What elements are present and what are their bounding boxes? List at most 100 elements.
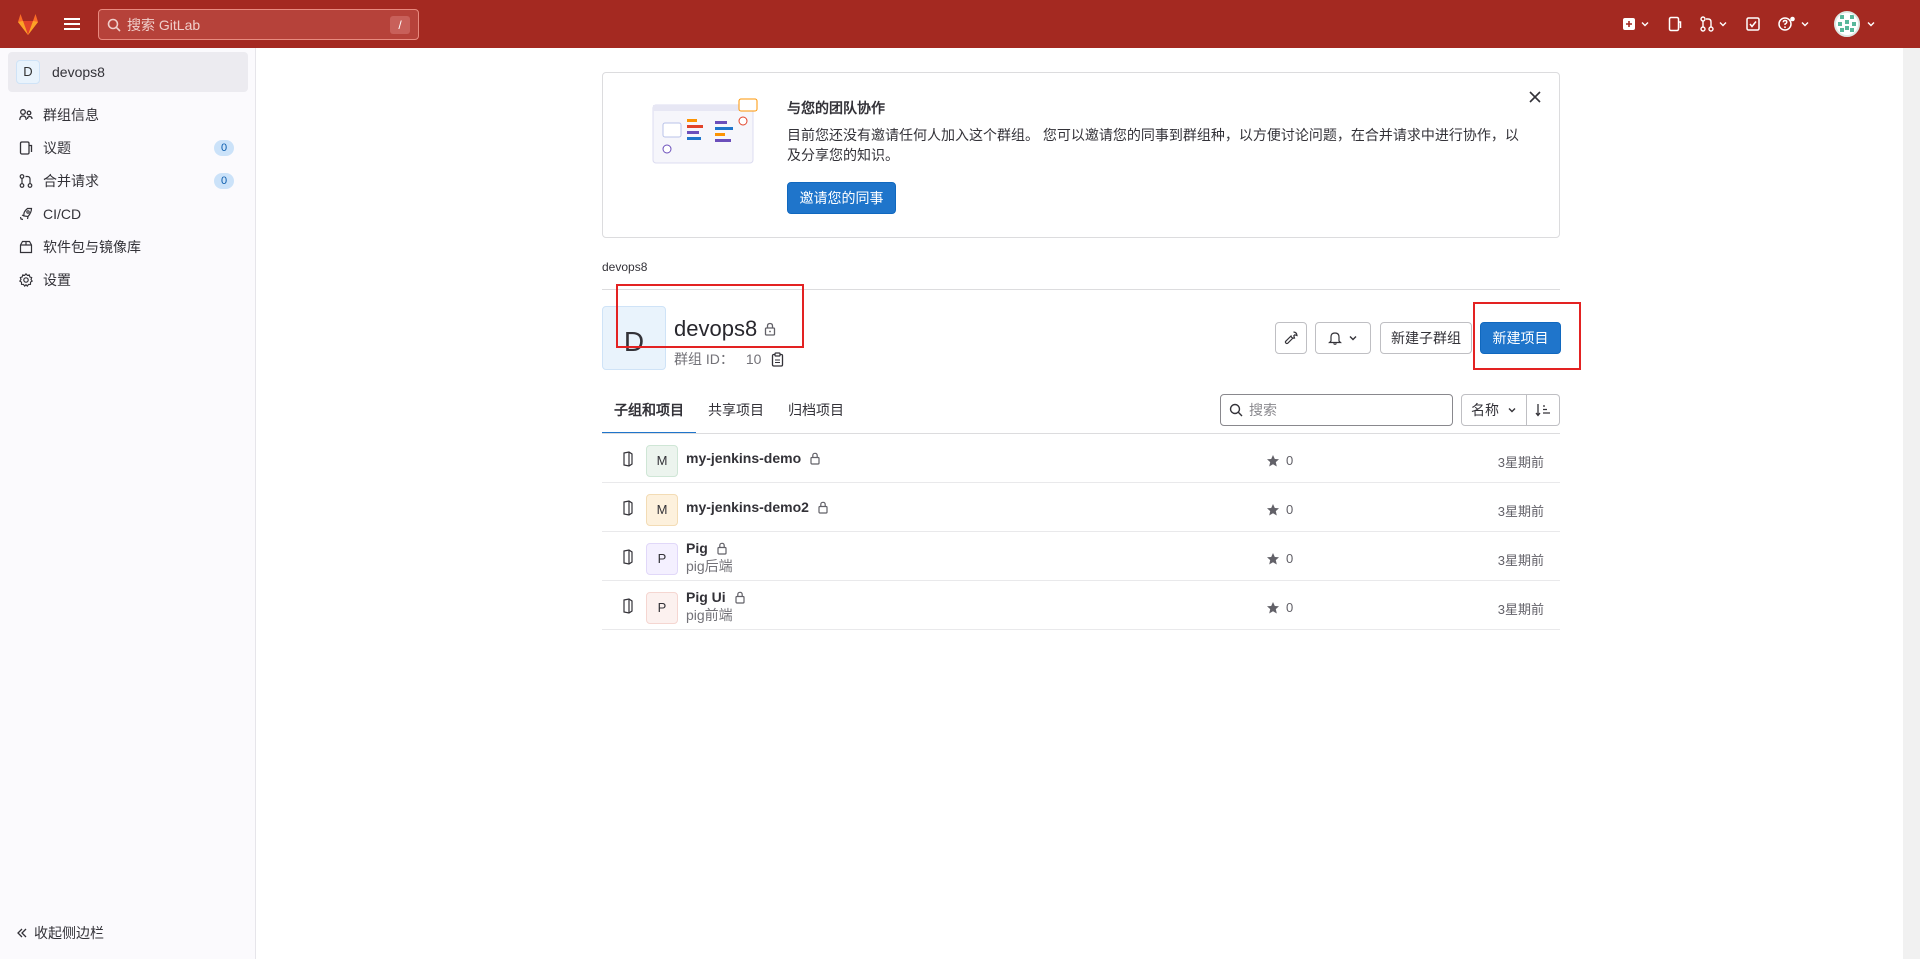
lock-icon <box>810 452 820 465</box>
group-id: 群组 ID： 10 <box>674 349 784 369</box>
lock-icon <box>717 542 727 555</box>
merge-requests-dropdown[interactable] <box>1700 12 1728 36</box>
top-actions <box>1604 12 1810 36</box>
issues-icon <box>1668 16 1682 32</box>
sidebar-item-settings[interactable]: 设置 <box>8 263 248 296</box>
create-new-dropdown[interactable] <box>1622 12 1650 36</box>
sidebar-item-label: 群组信息 <box>43 106 99 123</box>
top-bar: 搜索 GitLab / <box>0 0 1920 48</box>
identicon-icon <box>1836 13 1858 35</box>
lock-icon <box>735 591 745 604</box>
filter-search-input[interactable]: 搜索 <box>1220 394 1453 426</box>
package-icon <box>19 240 33 253</box>
star-count-value: 0 <box>1286 551 1294 566</box>
annotation-highlight-new-project <box>1473 302 1581 370</box>
updated-time: 3星期前 <box>1497 455 1544 470</box>
sidebar-item-packages[interactable]: 软件包与镜像库 <box>8 230 248 263</box>
project-name-link[interactable]: Pig <box>686 540 728 556</box>
chevron-down-icon <box>1801 22 1809 27</box>
sidebar-item-cicd[interactable]: CI/CD <box>8 197 248 230</box>
chevron-double-left-icon <box>17 928 27 938</box>
star-icon <box>1267 454 1279 466</box>
star-count[interactable]: 0 <box>1266 453 1293 468</box>
notification-settings-dropdown[interactable] <box>1315 322 1371 354</box>
star-count-value: 0 <box>1286 600 1294 615</box>
table-row[interactable]: P Pig pig后端 0 3星期前 <box>602 532 1560 581</box>
sidebar-item-issues[interactable]: 议题 0 <box>8 131 248 164</box>
sort-by-dropdown[interactable]: 名称 <box>1461 394 1527 426</box>
new-subgroup-button[interactable]: 新建子群组 <box>1380 322 1472 354</box>
filter-search-placeholder: 搜索 <box>1249 402 1277 418</box>
help-dropdown[interactable] <box>1778 12 1810 36</box>
star-icon <box>1267 503 1279 515</box>
star-count-value: 0 <box>1286 453 1294 468</box>
star-count[interactable]: 0 <box>1266 502 1293 517</box>
project-list: M my-jenkins-demo 0 3星期前 M my-jenkins-de… <box>602 434 1560 630</box>
close-icon[interactable] <box>1525 87 1545 107</box>
sidebar-item-merge-requests[interactable]: 合并请求 0 <box>8 164 248 197</box>
menu-icon[interactable] <box>62 14 82 34</box>
merge-request-icon <box>19 173 33 188</box>
collaboration-illustration <box>652 98 758 164</box>
project-description: pig后端 <box>686 558 733 574</box>
merge-request-icon <box>1700 16 1714 32</box>
project-bookmark-icon <box>623 549 633 565</box>
project-name-link[interactable]: my-jenkins-demo <box>686 450 821 466</box>
gitlab-logo-icon[interactable] <box>14 10 42 38</box>
page-scrollbar[interactable] <box>1903 48 1920 959</box>
sort-ascending-icon <box>1535 404 1550 417</box>
search-icon <box>1229 403 1243 417</box>
sort-direction-button[interactable] <box>1527 394 1560 426</box>
star-icon <box>1267 601 1279 613</box>
project-name-link[interactable]: my-jenkins-demo2 <box>686 499 829 515</box>
project-name: Pig Ui <box>686 589 726 605</box>
sidebar-context-switcher[interactable]: D devops8 <box>8 52 248 92</box>
star-count[interactable]: 0 <box>1266 600 1293 615</box>
updated-time: 3星期前 <box>1497 504 1544 519</box>
alert-title: 与您的团队协作 <box>787 100 885 116</box>
plus-square-icon <box>1623 18 1635 30</box>
group-avatar-small: D <box>16 60 40 84</box>
collapse-sidebar-button[interactable]: 收起侧边栏 <box>16 923 104 943</box>
chevron-down-icon <box>1349 336 1357 341</box>
project-bookmark-icon <box>623 451 633 467</box>
tab-archived-projects[interactable]: 归档项目 <box>776 396 856 434</box>
chevron-down-icon[interactable] <box>1866 19 1876 29</box>
table-row[interactable]: P Pig Ui pig前端 0 3星期前 <box>602 581 1560 630</box>
group-tabs: 子组和项目 共享项目 归档项目 <box>602 396 856 434</box>
updated-time: 3星期前 <box>1497 602 1544 617</box>
issues-shortcut[interactable] <box>1668 12 1682 36</box>
project-name-link[interactable]: Pig Ui <box>686 589 746 605</box>
star-count-value: 0 <box>1286 502 1294 517</box>
todos-shortcut[interactable] <box>1746 12 1760 36</box>
updated-time: 3星期前 <box>1497 553 1544 568</box>
group-id-value: 10 <box>745 351 762 367</box>
tab-shared-projects[interactable]: 共享项目 <box>696 396 776 434</box>
star-count[interactable]: 0 <box>1266 551 1293 566</box>
project-bookmark-icon <box>623 598 633 614</box>
table-row[interactable]: M my-jenkins-demo 0 3星期前 <box>602 434 1560 483</box>
global-search-input[interactable]: 搜索 GitLab / <box>98 9 419 40</box>
search-icon <box>107 18 121 32</box>
table-row[interactable]: M my-jenkins-demo2 0 3星期前 <box>602 483 1560 532</box>
chevron-down-icon <box>1508 408 1516 413</box>
project-avatar: M <box>646 445 678 477</box>
sidebar-item-label: 议题 <box>43 139 71 156</box>
group-id-label: 群组 ID： <box>674 351 734 367</box>
lock-icon <box>818 501 828 514</box>
group-settings-button[interactable] <box>1275 322 1307 354</box>
sidebar-item-label: CI/CD <box>43 205 82 222</box>
breadcrumb[interactable]: devops8 <box>602 260 647 274</box>
sidebar-nav: 群组信息 议题 0 合并请求 0 CI/CD 软件包与镜像库 设置 <box>8 98 248 296</box>
copy-clipboard-icon[interactable] <box>771 351 784 367</box>
annotation-highlight-group-name <box>616 284 804 348</box>
wrench-icon <box>1284 331 1298 345</box>
bell-icon <box>1328 332 1342 345</box>
project-bookmark-icon <box>623 500 633 516</box>
invite-colleagues-button[interactable]: 邀请您的同事 <box>787 182 896 214</box>
todo-checkbox-icon <box>1746 17 1760 31</box>
tab-subgroups-and-projects[interactable]: 子组和项目 <box>602 396 696 434</box>
user-avatar[interactable] <box>1834 11 1860 37</box>
issues-count-badge: 0 <box>214 140 234 156</box>
sidebar-item-group-info[interactable]: 群组信息 <box>8 98 248 131</box>
